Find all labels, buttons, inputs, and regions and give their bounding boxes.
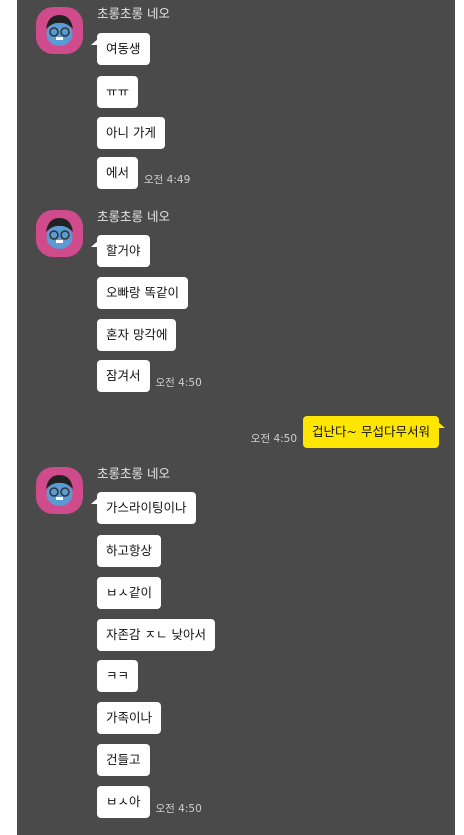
message-bubble[interactable]: 에서: [97, 157, 139, 189]
profile-avatar[interactable]: [36, 467, 83, 514]
profile-avatar[interactable]: [36, 7, 83, 54]
message[interactable]: ㅂㅅ같이: [97, 577, 162, 609]
message[interactable]: ㅋㅋ: [97, 660, 139, 692]
message-bubble[interactable]: 하고항상: [97, 535, 162, 567]
message-bubble[interactable]: 건들고: [97, 744, 150, 776]
message[interactable]: 아니 가게: [97, 117, 165, 149]
message-bubble[interactable]: 할거야: [91, 235, 150, 267]
message-bubble[interactable]: 혼자 망각에: [97, 319, 177, 351]
message-bubble[interactable]: ㅠㅠ: [97, 76, 139, 108]
message[interactable]: 건들고: [97, 744, 150, 776]
sender-name: 초롱초롱 네오: [97, 209, 170, 224]
message[interactable]: 혼자 망각에: [97, 319, 177, 351]
message[interactable]: 할거야: [91, 235, 150, 267]
message-bubble[interactable]: ㅂㅅ같이: [97, 577, 162, 609]
message[interactable]: 여동생: [91, 33, 150, 65]
message[interactable]: 에서 오전 4:49: [97, 157, 190, 189]
message[interactable]: 잠겨서 오전 4:50: [97, 360, 202, 392]
neo-face-icon: [46, 218, 73, 249]
sender-name: 초롱초롱 네오: [97, 466, 170, 481]
message[interactable]: 오빠랑 똑같이: [97, 277, 188, 309]
message-bubble[interactable]: 아니 가게: [97, 117, 165, 149]
message[interactable]: ㅠㅠ: [97, 76, 139, 108]
profile-avatar[interactable]: [36, 210, 83, 257]
my-message[interactable]: 오전 4:50 겁난다~ 무섭다무서워: [250, 416, 445, 448]
message-timestamp: 오전 4:50: [250, 433, 298, 445]
message-timestamp: 오전 4:50: [155, 803, 202, 815]
message[interactable]: 자존감 ㅈㄴ 낮아서: [97, 619, 215, 651]
message-timestamp: 오전 4:50: [155, 377, 202, 389]
message-timestamp: 오전 4:49: [144, 174, 191, 186]
neo-face-icon: [46, 475, 73, 506]
message-bubble[interactable]: 자존감 ㅈㄴ 낮아서: [97, 619, 215, 651]
message[interactable]: 가스라이팅이나: [91, 492, 196, 524]
my-message-bubble[interactable]: 겁난다~ 무섭다무서워: [303, 416, 445, 448]
sender-name: 초롱초롱 네오: [97, 6, 170, 21]
message-bubble[interactable]: 잠겨서: [97, 360, 150, 392]
chat-window: 초롱초롱 네오 여동생 ㅠㅠ 아니 가게 에서 오전 4:49 초롱초롱 네오 …: [17, 0, 455, 835]
neo-face-icon: [46, 15, 73, 46]
message-bubble[interactable]: 여동생: [91, 33, 150, 65]
message-bubble[interactable]: 가족이나: [97, 702, 162, 734]
message-bubble[interactable]: 가스라이팅이나: [91, 492, 196, 524]
message-bubble[interactable]: 오빠랑 똑같이: [97, 277, 188, 309]
message[interactable]: 가족이나: [97, 702, 162, 734]
message-bubble[interactable]: ㅂㅅ아: [97, 786, 150, 818]
message[interactable]: 하고항상: [97, 535, 162, 567]
message-bubble[interactable]: ㅋㅋ: [97, 660, 139, 692]
message[interactable]: ㅂㅅ아 오전 4:50: [97, 786, 202, 818]
